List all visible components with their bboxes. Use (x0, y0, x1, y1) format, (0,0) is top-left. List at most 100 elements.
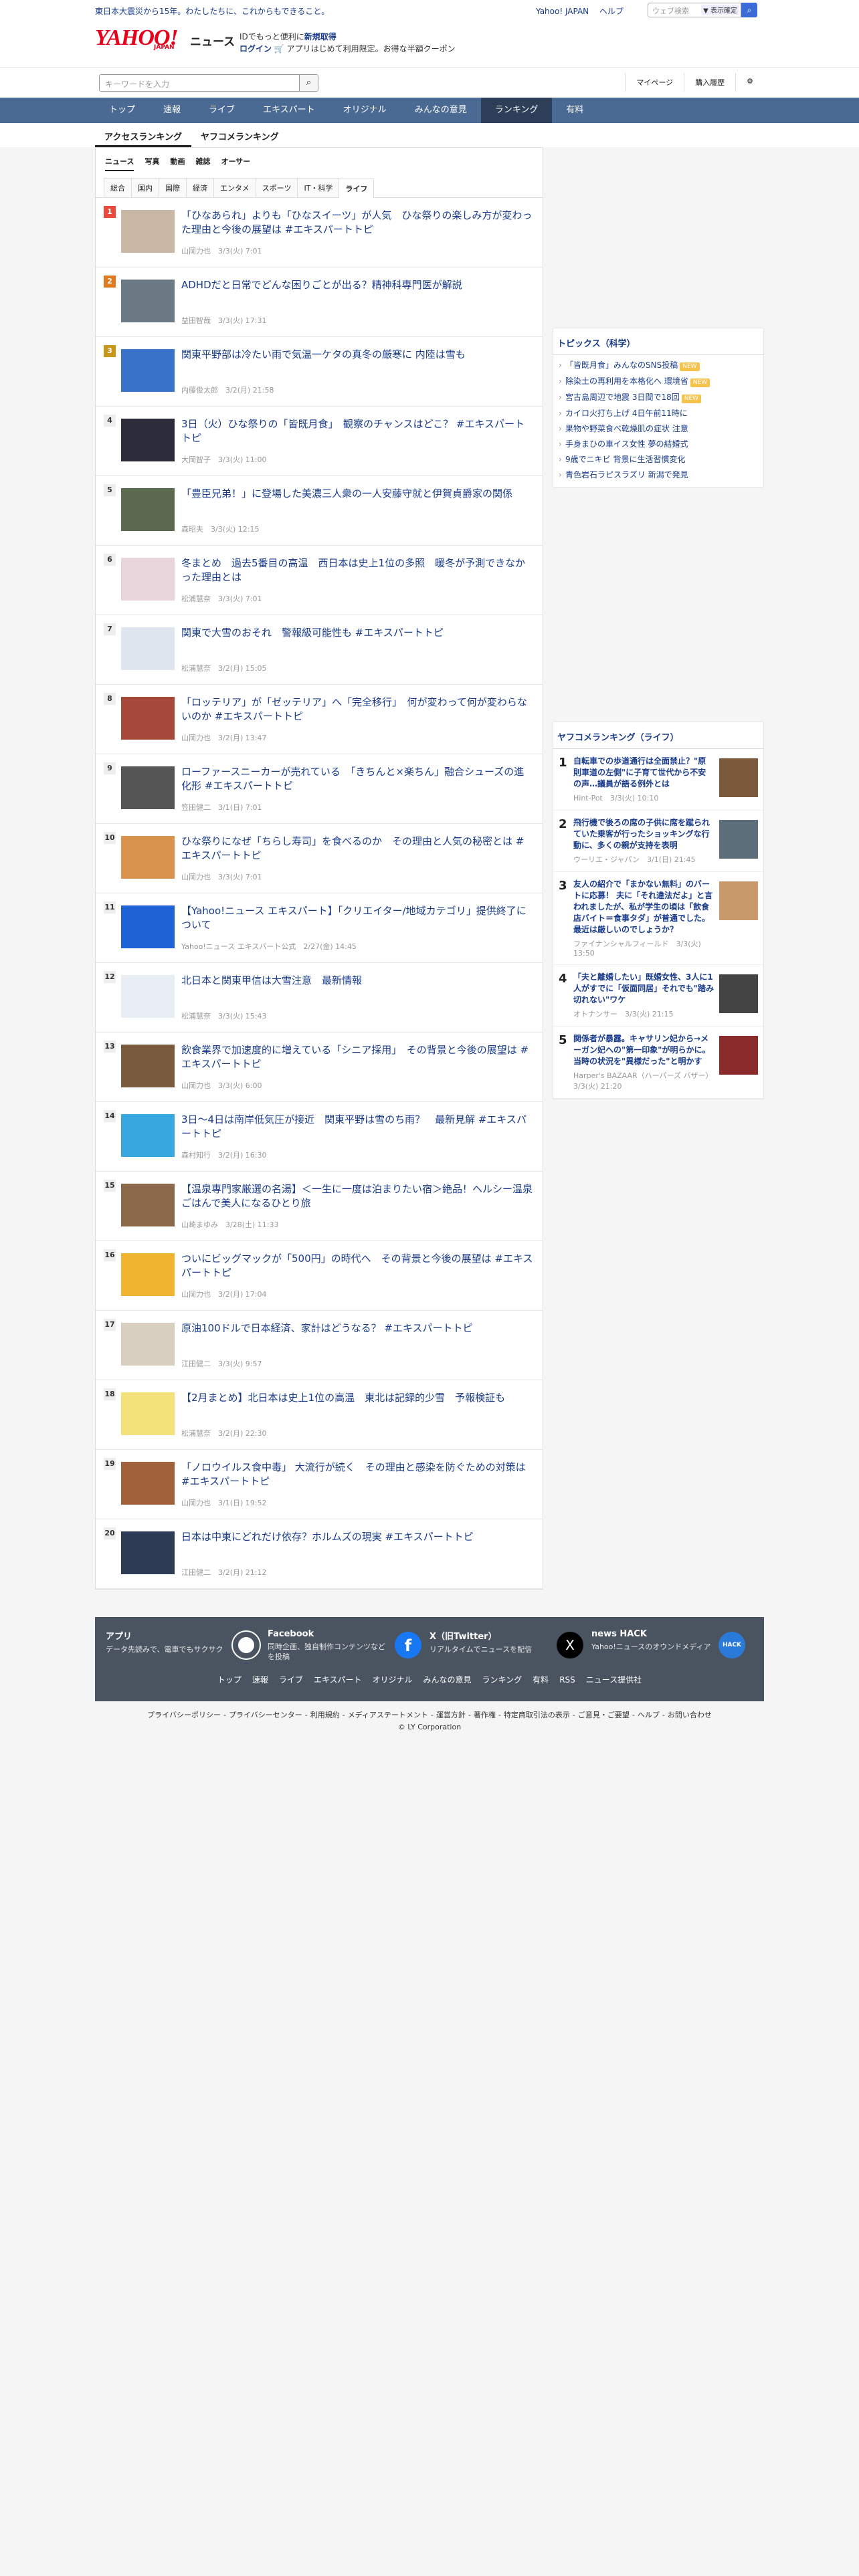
announcement-link[interactable]: 東日本大震災から15年。わたしたちに、これからもできること。 (95, 5, 329, 17)
topic-item[interactable]: 宮古島周辺で地震 3日間で18回NEW (553, 390, 763, 406)
topic-item[interactable]: カイロ火打ち上げ 4日午前11時に (553, 406, 763, 421)
article-title[interactable]: 「ロッテリア」が「ゼッテリア」へ「完全移行」 何が変わって何が変わらないのか #… (181, 695, 533, 724)
yahoo-news-logo[interactable]: YAHOO! JAPAN ニュース (95, 27, 235, 58)
article-thumbnail[interactable] (121, 1531, 175, 1574)
ranking-item[interactable]: 15 【温泉専門家厳選の名湯】＜一生に一度は泊まりたい宿＞絶品！ヘルシー温泉ごはん… (96, 1172, 543, 1241)
genre-all[interactable]: 総合 (104, 178, 132, 197)
article-title[interactable]: 冬まとめ 過去5番目の高温 西日本は史上1位の多照 暖冬が予測できなかった理由と… (181, 556, 533, 584)
tab-photos[interactable]: 写真 (145, 156, 159, 171)
ranking-item[interactable]: 14 3日〜4日は南岸低気圧が接近 関東平野は雪のち雨？ 最新見解 #エキスパート… (96, 1102, 543, 1172)
comment-ranking-item[interactable]: 5 関係者が暴露。キャサリン妃から→メーガン妃への"第一印象"が明らかに。当時の状… (553, 1027, 763, 1099)
footer-link[interactable]: 速報 (252, 1675, 268, 1685)
genre-international[interactable]: 国際 (159, 178, 187, 197)
keyword-input[interactable]: キーワードを入力 (99, 74, 300, 92)
keyword-search-button[interactable]: ⌕ (300, 74, 318, 92)
comment-article-thumbnail[interactable] (719, 820, 758, 859)
article-thumbnail[interactable] (121, 1462, 175, 1505)
nav-ranking[interactable]: ランキング (480, 98, 553, 123)
register-link[interactable]: 新規取得 (304, 32, 337, 41)
article-title[interactable]: 関東平野部は冷たい雨で気温一ケタの真冬の厳寒に 内陸は雪も (181, 348, 533, 362)
comment-article-thumbnail[interactable] (719, 758, 758, 797)
ranking-item[interactable]: 2 ADHDだと日常でどんな困りごとが出る？精神科専門医が解説 益田智哉 3/3(火… (96, 267, 543, 337)
comment-article-thumbnail[interactable] (719, 1036, 758, 1075)
genre-sports[interactable]: スポーツ (255, 178, 298, 197)
topic-item[interactable]: 「皆既月食」みんなのSNS投稿NEW (553, 358, 763, 374)
article-thumbnail[interactable] (121, 419, 175, 461)
nav-opinions[interactable]: みんなの意見 (401, 98, 481, 123)
topic-item[interactable]: 青色岩石ラピスラズリ 新潟で発見 (553, 467, 763, 483)
article-thumbnail[interactable] (121, 836, 175, 879)
ranking-item[interactable]: 13 飲食業界で加速度的に増えている「シニア採用」 その背景と今後の展望は #エキ… (96, 1033, 543, 1102)
yahoo-japan-link[interactable]: Yahoo! JAPAN (536, 7, 589, 16)
tab-videos[interactable]: 動画 (170, 156, 185, 171)
article-thumbnail[interactable] (121, 1184, 175, 1226)
ranking-item[interactable]: 10 ひな祭りになぜ「ちらし寿司」を食べるのか その理由と人気の秘密とは #エキス… (96, 824, 543, 893)
article-thumbnail[interactable] (121, 1392, 175, 1435)
footer-link[interactable]: エキスパート (314, 1675, 362, 1685)
ranking-item[interactable]: 12 北日本と関東甲信は大雪注意 最新情報 松浦慧奈 3/3(火) 15:43 (96, 963, 543, 1033)
comment-article-title[interactable]: 自転車での歩道通行は全面禁止？"原則車道の左側"に子育て世代から不安の声…議員が… (573, 756, 714, 790)
web-search-button[interactable]: ⌕ (741, 3, 757, 17)
nav-paid[interactable]: 有料 (552, 98, 597, 123)
comment-ranking-item[interactable]: 4 「夫と離婚したい」既婚女性、3人に1人がすでに「仮面同居」それでも"踏み切れな… (553, 965, 763, 1027)
legal-link[interactable]: ご意見・ご要望 (578, 1711, 630, 1719)
footer-link[interactable]: ライブ (279, 1675, 303, 1685)
nav-original[interactable]: オリジナル (329, 98, 401, 123)
web-search-input[interactable]: ウェブ検索 ▼ 表示確定 (648, 3, 741, 17)
footer-app-newshack[interactable]: news HACK Yahoo!ニュースのオウンドメディア HACK (591, 1629, 753, 1662)
article-title[interactable]: ひな祭りになぜ「ちらし寿司」を食べるのか その理由と人気の秘密とは #エキスパー… (181, 835, 533, 863)
legal-link[interactable]: お問い合わせ (668, 1711, 712, 1719)
ranking-item[interactable]: 17 原油100ドルで日本経済、家計はどうなる？ #エキスパートトピ 江田健二 3/… (96, 1311, 543, 1380)
footer-link[interactable]: ニュース提供社 (586, 1675, 642, 1685)
footer-link[interactable]: オリジナル (373, 1675, 413, 1685)
comment-article-title[interactable]: 「夫と離婚したい」既婚女性、3人に1人がすでに「仮面同居」それでも"踏み切れない… (573, 972, 714, 1006)
article-title[interactable]: 「豊臣兄弟！」に登場した美濃三人衆の一人安藤守就と伊賀貞爵家の関係 (181, 487, 533, 501)
tab-access-ranking[interactable]: アクセスランキング (95, 123, 191, 147)
article-title[interactable]: 飲食業界で加速度的に増えている「シニア採用」 その背景と今後の展望は #エキスパ… (181, 1043, 533, 1071)
comment-article-thumbnail[interactable] (719, 974, 758, 1013)
ranking-item[interactable]: 11 【Yahoo!ニュース エキスパート】「クリエイター/地域カテゴリ」提供終了… (96, 893, 543, 963)
legal-link[interactable]: 運営方針 (436, 1711, 466, 1719)
legal-link[interactable]: 利用規約 (310, 1711, 340, 1719)
genre-entertainment[interactable]: エンタメ (213, 178, 256, 197)
tab-authors[interactable]: オーサー (221, 156, 250, 171)
tab-news[interactable]: ニュース (105, 156, 134, 171)
tab-comment-ranking[interactable]: ヤフコメランキング (191, 123, 288, 147)
article-title[interactable]: 「ノロウイルス食中毒」 大流行が続く その理由と感染を防ぐための対策は #エキス… (181, 1461, 533, 1489)
article-title[interactable]: 【2月まとめ】北日本は史上1位の高温 東北は記録的少雪 予報検証も (181, 1391, 533, 1405)
ranking-item[interactable]: 16 ついにビッグマックが「500円」の時代へ その背景と今後の展望は #エキスパ… (96, 1241, 543, 1311)
article-thumbnail[interactable] (121, 1323, 175, 1366)
help-link[interactable]: ヘルプ (599, 7, 624, 16)
article-thumbnail[interactable] (121, 280, 175, 322)
ranking-item[interactable]: 8 「ロッテリア」が「ゼッテリア」へ「完全移行」 何が変わって何が変わらないのか … (96, 685, 543, 754)
legal-link[interactable]: 著作権 (474, 1711, 496, 1719)
article-title[interactable]: 「ひなあられ」よりも「ひなスイーツ」が人気 ひな祭りの楽しみ方が変わった理由と今… (181, 209, 533, 237)
settings-button[interactable]: ⚙ (735, 73, 764, 92)
ranking-item[interactable]: 6 冬まとめ 過去5番目の高温 西日本は史上1位の多照 暖冬が予測できなかった理由… (96, 546, 543, 615)
purchase-history-link[interactable]: 購入履歴 (684, 73, 735, 92)
article-thumbnail[interactable] (121, 1114, 175, 1157)
article-thumbnail[interactable] (121, 627, 175, 670)
nav-breaking[interactable]: 速報 (149, 98, 195, 123)
article-thumbnail[interactable] (121, 488, 175, 531)
genre-life[interactable]: ライフ (339, 179, 375, 198)
article-title[interactable]: ついにビッグマックが「500円」の時代へ その背景と今後の展望は #エキスパート… (181, 1252, 533, 1280)
comment-ranking-item[interactable]: 3 友人の紹介で「まかない無料」のバートに応募！ 夫に「それ違法だよ」と言われまし… (553, 872, 763, 965)
tab-magazines[interactable]: 雑誌 (195, 156, 210, 171)
article-thumbnail[interactable] (121, 766, 175, 809)
article-thumbnail[interactable] (121, 697, 175, 740)
article-title[interactable]: ADHDだと日常でどんな困りごとが出る？精神科専門医が解説 (181, 278, 533, 292)
footer-app-x[interactable]: X（旧Twitter） リアルタイムでニュースを配信 X (430, 1629, 591, 1662)
footer-app-facebook[interactable]: Facebook 同時企画、独自制作コンテンツなどを投稿 f (268, 1629, 430, 1662)
legal-link[interactable]: プライバシーセンター (229, 1711, 302, 1719)
article-thumbnail[interactable] (121, 349, 175, 392)
footer-link[interactable]: RSS (559, 1675, 575, 1685)
article-thumbnail[interactable] (121, 1045, 175, 1087)
topic-item[interactable]: 果物や野菜食べ乾燥肌の症状 注意 (553, 421, 763, 437)
topic-item[interactable]: 除染土の再利用を本格化へ 環境省NEW (553, 374, 763, 390)
article-title[interactable]: 日本は中東にどれだけ依存？ホルムズの現実 #エキスパートトピ (181, 1530, 533, 1544)
mypage-link[interactable]: マイページ (625, 73, 684, 92)
ranking-item[interactable]: 9 ローファースニーカーが売れている 「きちんと×楽ちん」融合シューズの進化形 #… (96, 754, 543, 824)
article-title[interactable]: 北日本と関東甲信は大雪注意 最新情報 (181, 974, 533, 988)
topic-item[interactable]: 手身まひの車イス女性 夢の結婚式 (553, 437, 763, 452)
